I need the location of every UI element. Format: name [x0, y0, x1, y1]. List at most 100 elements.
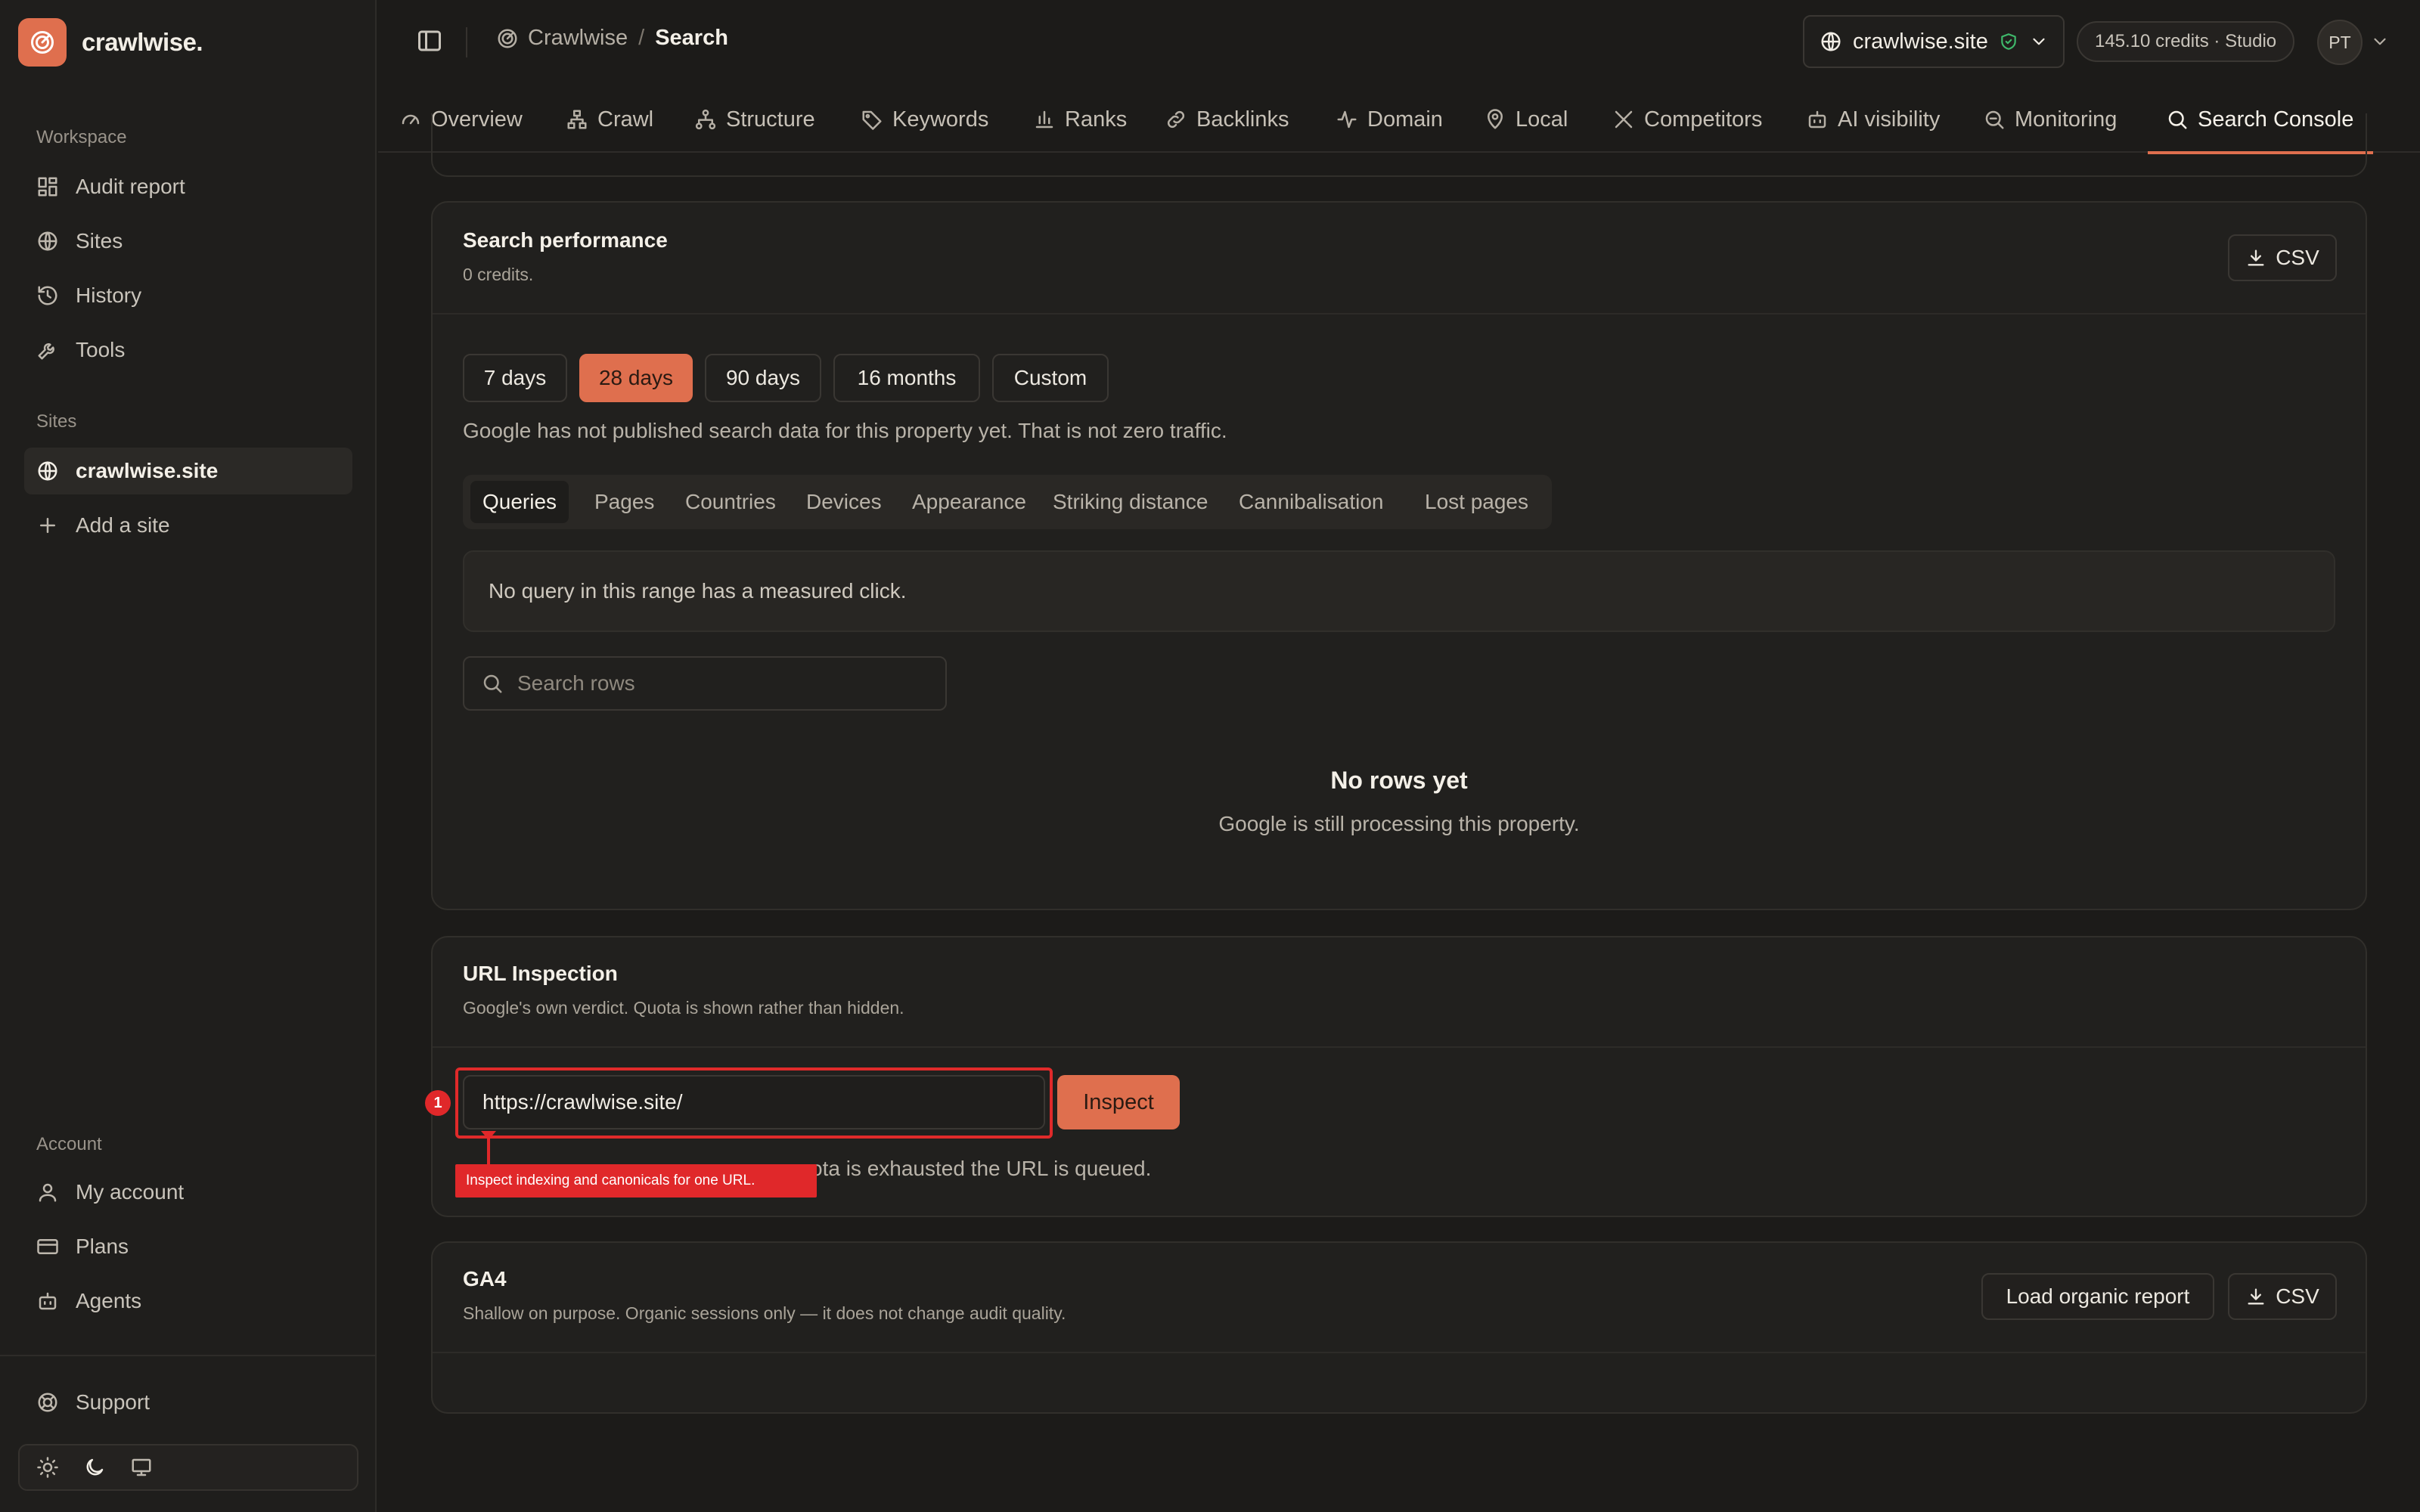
- csv-label: CSV: [2276, 1284, 2319, 1308]
- avatar[interactable]: PT: [2317, 20, 2363, 65]
- brand-logo-icon: [18, 18, 67, 67]
- sidebar-item-crawlwise-site[interactable]: crawlwise.site: [24, 448, 352, 494]
- subtab-devices[interactable]: Devices: [794, 481, 894, 523]
- history-icon: [38, 286, 57, 305]
- quota-note-text: ota is exhausted the URL is queued.: [811, 1157, 1152, 1180]
- subtab-countries[interactable]: Countries: [673, 481, 788, 523]
- sidebar-item-label: Tools: [76, 338, 126, 361]
- sidebar-item-label: Plans: [76, 1235, 129, 1258]
- plus-icon: [40, 518, 55, 533]
- card-subtitle: Shallow on purpose. Organic sessions onl…: [463, 1303, 1066, 1323]
- card-subtitle: 0 credits.: [463, 265, 534, 284]
- range-7-days[interactable]: 7 days: [463, 354, 567, 402]
- card-title: Search performance: [463, 228, 668, 252]
- chevron-down-icon[interactable]: [2370, 32, 2390, 51]
- range-16-months[interactable]: 16 months: [833, 354, 980, 402]
- grid-icon: [38, 177, 57, 197]
- sidebar-item-label: History: [76, 284, 142, 307]
- sidebar-item-add-site[interactable]: Add a site: [24, 502, 352, 549]
- card-divider: [433, 313, 2366, 314]
- bot-icon: [39, 1292, 57, 1310]
- sites-section-label: Sites: [36, 411, 77, 432]
- download-icon: [2248, 249, 2264, 266]
- download-icon: [2248, 1288, 2264, 1305]
- range-28-days[interactable]: 28 days: [579, 354, 693, 402]
- life-buoy-icon: [38, 1393, 57, 1412]
- sidebar-item-label: My account: [76, 1180, 185, 1204]
- sidebar-item-plans[interactable]: Plans: [24, 1223, 352, 1270]
- sidebar-toggle-button[interactable]: [416, 27, 443, 54]
- search-rows-input[interactable]: Search rows: [463, 656, 947, 711]
- theme-light-button[interactable]: [30, 1450, 65, 1485]
- sidebar-item-agents[interactable]: Agents: [24, 1278, 352, 1325]
- card-title: GA4: [463, 1267, 507, 1290]
- range-custom[interactable]: Custom: [992, 354, 1109, 402]
- gauge-icon: [402, 114, 420, 125]
- account-section-label: Account: [36, 1134, 102, 1154]
- url-inspection-card: URL Inspection Google's own verdict. Quo…: [425, 936, 2367, 1217]
- breadcrumb-root[interactable]: Crawlwise: [496, 26, 628, 51]
- ga4-csv-export-button[interactable]: CSV: [2228, 1273, 2337, 1320]
- sidebar-item-audit-report[interactable]: Audit report: [24, 163, 352, 210]
- breadcrumb: Crawlwise / Search: [496, 26, 728, 51]
- sidebar-item-label: Audit report: [76, 175, 185, 198]
- shield-check-icon: [2001, 33, 2016, 50]
- theme-system-button[interactable]: [124, 1450, 159, 1485]
- globe-icon: [1821, 32, 1841, 51]
- subtab-queries[interactable]: Queries: [470, 481, 569, 523]
- breadcrumb-root-label: Crawlwise: [528, 26, 628, 50]
- csv-label: CSV: [2276, 246, 2319, 269]
- sidebar-item-label: Sites: [76, 229, 123, 253]
- sidebar-item-label: Support: [76, 1390, 150, 1414]
- breadcrumb-current: Search: [655, 26, 728, 50]
- search-performance-card: Search performance 0 credits. CSV 7 days…: [431, 201, 2367, 910]
- search-rows-placeholder: Search rows: [517, 671, 635, 695]
- annotation-highlight: [455, 1067, 1053, 1139]
- card-divider: [433, 1352, 2366, 1353]
- wrench-icon: [38, 343, 54, 360]
- site-selector-label: crawlwise.site: [1853, 29, 1988, 54]
- subtab-cannibalisation[interactable]: Cannibalisation: [1227, 481, 1395, 523]
- sidebar-item-my-account[interactable]: My account: [24, 1169, 352, 1216]
- no-clicks-banner: No query in this range has a measured cl…: [463, 550, 2335, 632]
- range-90-days[interactable]: 90 days: [705, 354, 821, 402]
- theme-switcher: [18, 1444, 358, 1491]
- sidebar: crawlwise. Workspace Audit report Sites …: [0, 0, 377, 1512]
- brand[interactable]: crawlwise.: [18, 18, 203, 67]
- breadcrumb-separator: /: [638, 26, 645, 50]
- annotation-badge: 1: [425, 1090, 451, 1116]
- sidebar-item-history[interactable]: History: [24, 272, 352, 319]
- crawlwise-logo-icon: [498, 29, 517, 48]
- sun-icon: [37, 1457, 58, 1478]
- panel-left-icon: [418, 30, 441, 51]
- globe-icon: [38, 231, 57, 251]
- chevron-down-icon: [2033, 38, 2045, 45]
- card-title: URL Inspection: [463, 962, 618, 985]
- subtab-lost-pages[interactable]: Lost pages: [1413, 481, 1540, 523]
- card-subtitle: Google's own verdict. Quota is shown rat…: [463, 998, 904, 1018]
- theme-dark-button[interactable]: [77, 1450, 112, 1485]
- sidebar-divider: [0, 1355, 375, 1356]
- subtab-pages[interactable]: Pages: [582, 481, 666, 523]
- inspect-button[interactable]: Inspect: [1057, 1075, 1180, 1129]
- csv-export-button[interactable]: CSV: [2228, 234, 2337, 281]
- site-selector[interactable]: crawlwise.site: [1803, 15, 2065, 68]
- empty-state-subtitle: Google is still processing this property…: [1218, 812, 1580, 835]
- annotation-tooltip: Inspect indexing and canonicals for one …: [455, 1164, 817, 1198]
- brand-name: crawlwise.: [82, 28, 203, 56]
- load-organic-report-button[interactable]: Load organic report: [1981, 1273, 2214, 1320]
- subtab-striking-distance[interactable]: Striking distance: [1041, 481, 1220, 523]
- sidebar-item-sites[interactable]: Sites: [24, 218, 352, 265]
- topbar: Crawlwise / Search crawlwise.site 145.10…: [378, 0, 2420, 85]
- subtab-appearance[interactable]: Appearance: [900, 481, 1038, 523]
- user-icon: [39, 1183, 57, 1202]
- topbar-divider: [466, 27, 467, 57]
- previous-card-tail: [431, 113, 2367, 177]
- credits-badge[interactable]: 145.10 credits · Studio: [2077, 21, 2295, 62]
- sidebar-item-tools[interactable]: Tools: [24, 327, 352, 373]
- sidebar-item-label: crawlwise.site: [76, 459, 219, 482]
- search-icon: [483, 674, 502, 693]
- credit-card-icon: [37, 1239, 58, 1254]
- sidebar-item-label: Add a site: [76, 513, 170, 537]
- sidebar-item-support[interactable]: Support: [24, 1379, 352, 1426]
